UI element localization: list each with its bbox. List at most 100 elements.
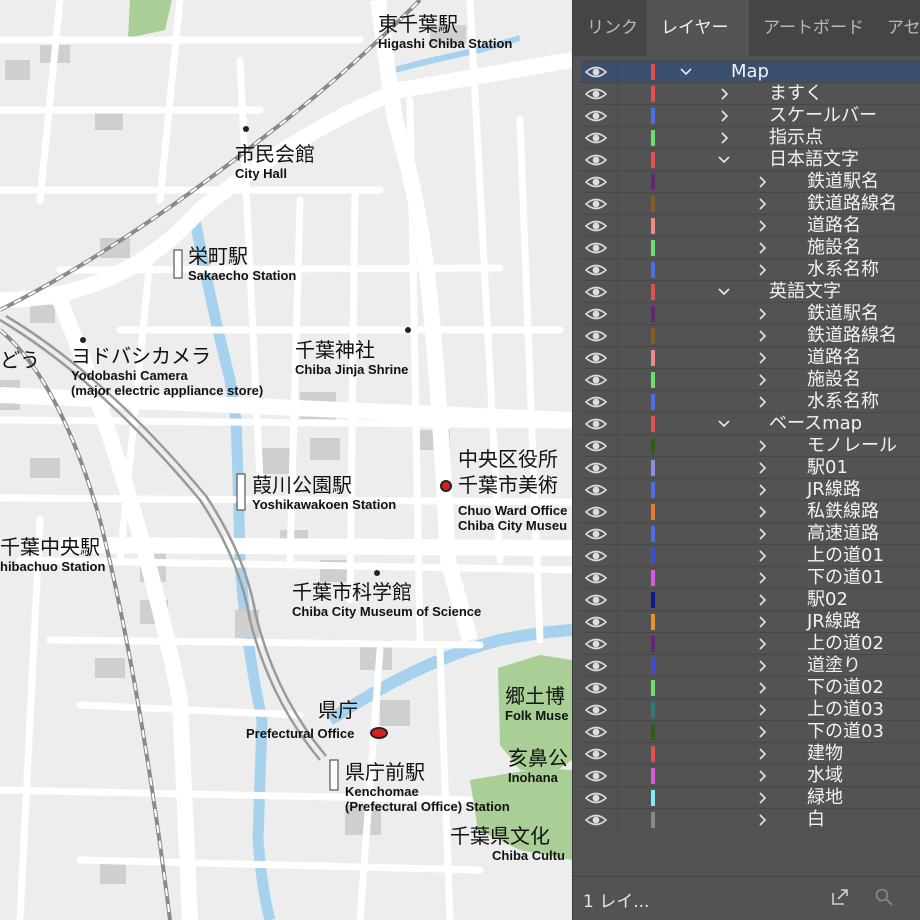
chevron-right-icon[interactable] [755, 459, 769, 477]
tab-artboards[interactable]: アートボード [749, 0, 873, 56]
layer-name[interactable]: 上の道02 [807, 633, 884, 655]
visibility-eye-icon[interactable] [585, 724, 607, 740]
layer-name[interactable]: 日本語文字 [769, 149, 859, 171]
lock-column[interactable] [617, 721, 618, 743]
export-icon[interactable] [829, 887, 851, 909]
chevron-down-icon[interactable] [717, 151, 731, 169]
layer-row[interactable]: 施設名 [581, 368, 920, 391]
lock-column[interactable] [617, 501, 618, 523]
lock-column[interactable] [617, 259, 618, 281]
layer-name[interactable]: 道塗り [807, 655, 861, 677]
chevron-right-icon[interactable] [755, 723, 769, 741]
layer-row[interactable]: 緑地 [581, 786, 920, 809]
layer-name[interactable]: 下の道03 [807, 721, 884, 743]
layer-row[interactable]: 上の道01 [581, 544, 920, 567]
layer-row[interactable]: 下の道01 [581, 566, 920, 589]
layer-row[interactable]: 施設名 [581, 236, 920, 259]
layer-name[interactable]: 鉄道駅名 [807, 171, 879, 193]
lock-column[interactable] [617, 369, 618, 391]
visibility-eye-icon[interactable] [585, 174, 607, 190]
chevron-right-icon[interactable] [755, 503, 769, 521]
layer-name[interactable]: 水系名称 [807, 391, 879, 413]
visibility-eye-icon[interactable] [585, 746, 607, 762]
chevron-right-icon[interactable] [755, 657, 769, 675]
lock-column[interactable] [617, 105, 618, 127]
chevron-right-icon[interactable] [755, 569, 769, 587]
visibility-eye-icon[interactable] [585, 328, 607, 344]
chevron-right-icon[interactable] [755, 437, 769, 455]
lock-column[interactable] [617, 127, 618, 149]
lock-column[interactable] [617, 281, 618, 303]
lock-column[interactable] [617, 699, 618, 721]
layer-row[interactable]: ベースmap [581, 412, 920, 435]
lock-column[interactable] [617, 303, 618, 325]
layer-name[interactable]: 白 [807, 809, 825, 831]
tab-layers[interactable]: レイヤー [647, 0, 749, 56]
layer-name[interactable]: Map [731, 61, 769, 83]
lock-column[interactable] [617, 435, 618, 457]
lock-column[interactable] [617, 171, 618, 193]
lock-column[interactable] [617, 611, 618, 633]
lock-column[interactable] [617, 743, 618, 765]
layer-row[interactable]: 上の道03 [581, 698, 920, 721]
visibility-eye-icon[interactable] [585, 768, 607, 784]
lock-column[interactable] [617, 325, 618, 347]
chevron-right-icon[interactable] [755, 349, 769, 367]
chevron-right-icon[interactable] [755, 393, 769, 411]
lock-column[interactable] [617, 545, 618, 567]
layer-name[interactable]: 英語文字 [769, 281, 841, 303]
visibility-eye-icon[interactable] [585, 152, 607, 168]
visibility-eye-icon[interactable] [585, 482, 607, 498]
chevron-down-icon[interactable] [717, 283, 731, 301]
chevron-right-icon[interactable] [755, 327, 769, 345]
layer-name[interactable]: 施設名 [807, 369, 861, 391]
visibility-eye-icon[interactable] [585, 416, 607, 432]
chevron-right-icon[interactable] [755, 525, 769, 543]
layer-name[interactable]: モノレール [807, 435, 897, 457]
lock-column[interactable] [617, 215, 618, 237]
lock-column[interactable] [617, 479, 618, 501]
layer-row[interactable]: JR線路 [581, 610, 920, 633]
lock-column[interactable] [617, 83, 618, 105]
lock-column[interactable] [617, 567, 618, 589]
layer-name[interactable]: 水域 [807, 765, 843, 787]
chevron-right-icon[interactable] [755, 481, 769, 499]
chevron-down-icon[interactable] [679, 63, 693, 81]
visibility-eye-icon[interactable] [585, 570, 607, 586]
layer-name[interactable]: 下の道01 [807, 567, 884, 589]
visibility-eye-icon[interactable] [585, 504, 607, 520]
layer-row[interactable]: 下の道02 [581, 676, 920, 699]
visibility-eye-icon[interactable] [585, 306, 607, 322]
lock-column[interactable] [617, 237, 618, 259]
chevron-right-icon[interactable] [755, 613, 769, 631]
layer-name[interactable]: 道路名 [807, 215, 861, 237]
visibility-eye-icon[interactable] [585, 262, 607, 278]
visibility-eye-icon[interactable] [585, 240, 607, 256]
chevron-right-icon[interactable] [717, 129, 731, 147]
layer-row[interactable]: 道塗り [581, 654, 920, 677]
layer-name[interactable]: スケールバー [769, 105, 877, 127]
visibility-eye-icon[interactable] [585, 350, 607, 366]
layer-row[interactable]: 日本語文字 [581, 148, 920, 171]
chevron-right-icon[interactable] [755, 547, 769, 565]
layer-name[interactable]: 高速道路 [807, 523, 879, 545]
lock-column[interactable] [617, 765, 618, 787]
layer-row[interactable]: 英語文字 [581, 280, 920, 303]
layer-row[interactable]: JR線路 [581, 478, 920, 501]
visibility-eye-icon[interactable] [585, 614, 607, 630]
layer-name[interactable]: JR線路 [807, 611, 861, 633]
layer-row[interactable]: 駅02 [581, 588, 920, 611]
visibility-eye-icon[interactable] [585, 592, 607, 608]
visibility-eye-icon[interactable] [585, 372, 607, 388]
lock-column[interactable] [617, 61, 618, 83]
layer-row[interactable]: 建物 [581, 742, 920, 765]
layer-name[interactable]: 指示点 [769, 127, 823, 149]
tab-links[interactable]: リンク [573, 0, 647, 56]
layer-row[interactable]: モノレール [581, 434, 920, 457]
lock-column[interactable] [617, 457, 618, 479]
layer-row[interactable]: 下の道03 [581, 720, 920, 743]
lock-column[interactable] [617, 391, 618, 413]
layer-name[interactable]: 鉄道路線名 [807, 325, 897, 347]
chevron-right-icon[interactable] [755, 767, 769, 785]
lock-column[interactable] [617, 787, 618, 809]
